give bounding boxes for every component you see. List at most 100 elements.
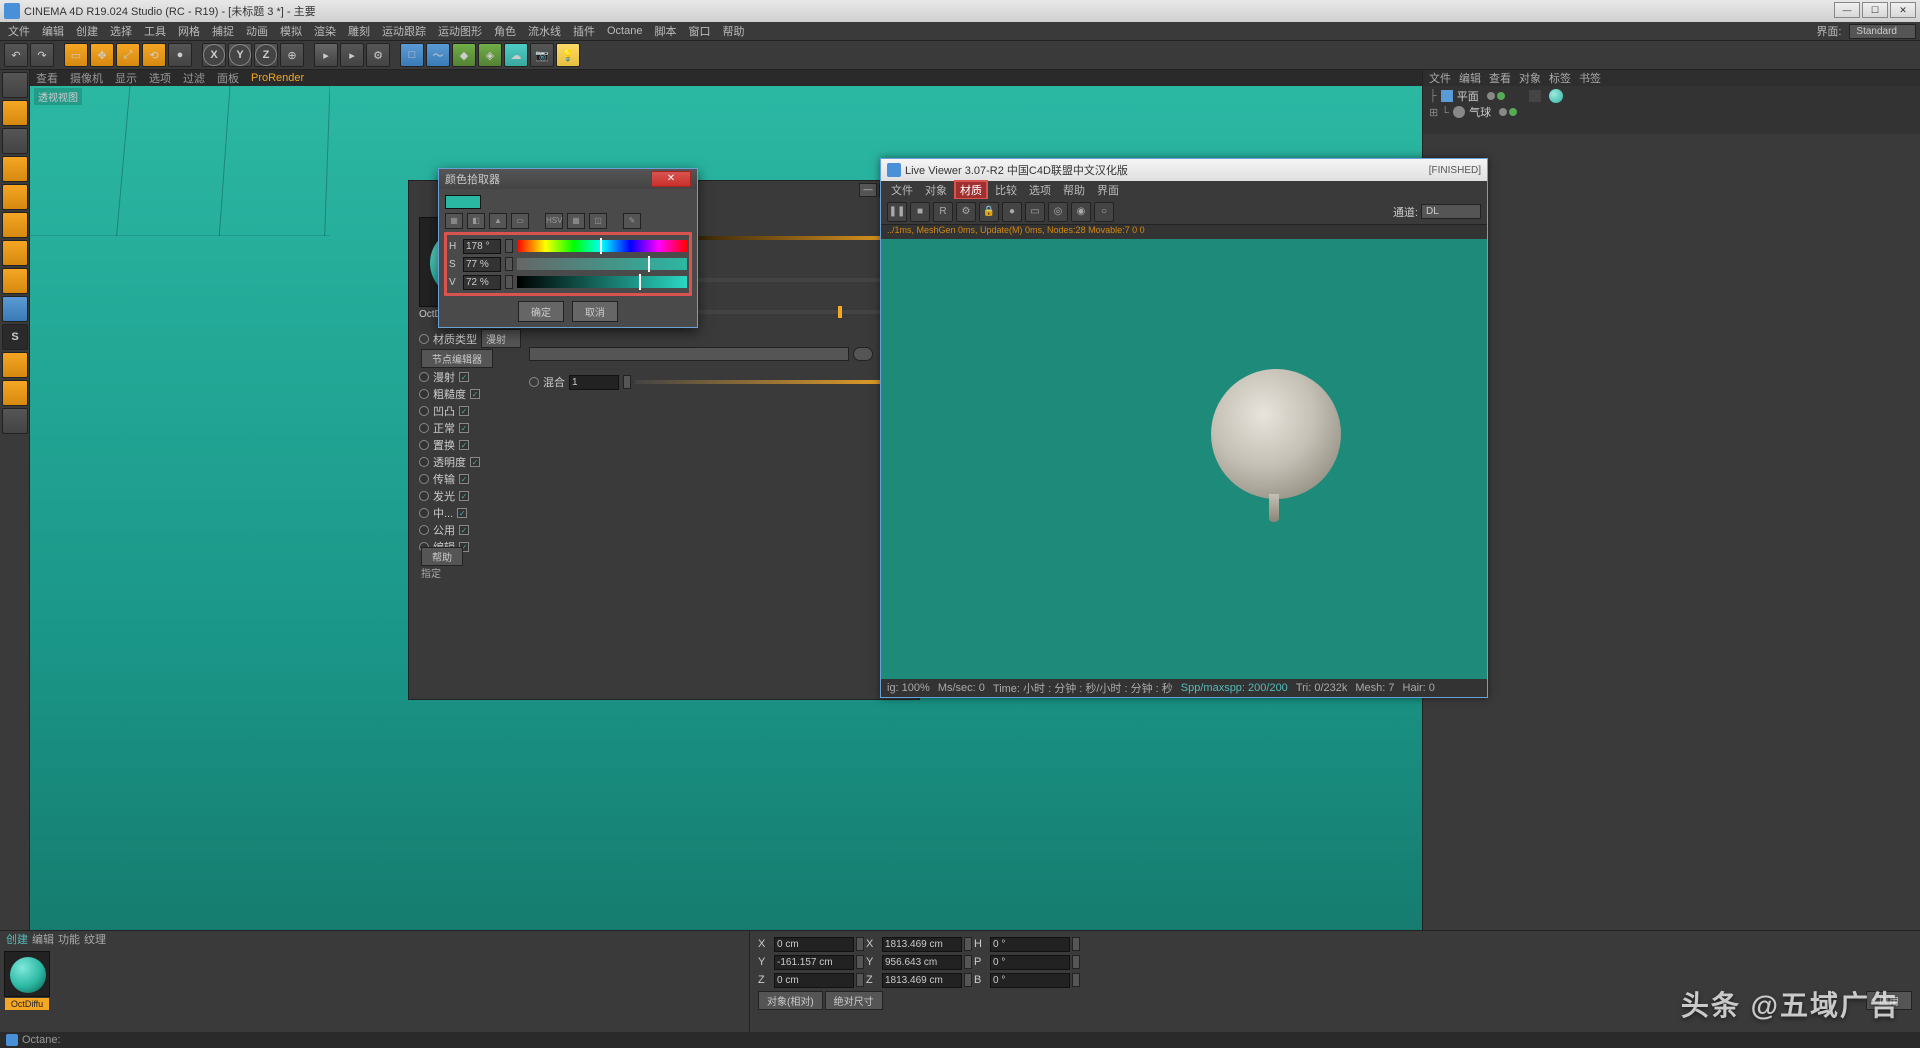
- axis-x-toggle[interactable]: X: [202, 43, 226, 67]
- snap-button[interactable]: S: [2, 324, 28, 350]
- channel-dropdown[interactable]: DL: [1421, 204, 1481, 219]
- channel-bump[interactable]: 凹凸: [419, 403, 480, 419]
- cp-mode-1[interactable]: ▦: [445, 213, 463, 229]
- texture-mode[interactable]: [2, 128, 28, 154]
- sat-spinner[interactable]: [505, 257, 513, 271]
- material-thumbnail[interactable]: OctDiffu: [4, 951, 50, 997]
- generator-button[interactable]: ◆: [452, 43, 476, 67]
- scale-tool[interactable]: ⤢: [116, 43, 140, 67]
- axis-mode[interactable]: [2, 268, 28, 294]
- val-slider[interactable]: [517, 276, 687, 288]
- render-output[interactable]: [881, 239, 1487, 679]
- color-picker-close-button[interactable]: ✕: [651, 171, 691, 187]
- menu-motiontrack[interactable]: 运动跟踪: [378, 23, 430, 39]
- channel-medium[interactable]: 中...: [419, 505, 480, 521]
- last-tool[interactable]: ●: [168, 43, 192, 67]
- menu-mograph[interactable]: 运动图形: [434, 23, 486, 39]
- layout-dropdown[interactable]: Standard: [1849, 24, 1916, 39]
- material-help-button[interactable]: 帮助: [421, 547, 463, 566]
- apply-button[interactable]: 应用: [1866, 991, 1912, 1010]
- undo-button[interactable]: ↶: [4, 43, 28, 67]
- menu-pipeline[interactable]: 流水线: [524, 23, 565, 39]
- view-tab-panel[interactable]: 面板: [217, 70, 239, 86]
- pos-z-input[interactable]: [774, 973, 854, 988]
- rot-p-input[interactable]: [990, 955, 1070, 970]
- channel-roughness[interactable]: 粗糙度: [419, 386, 480, 402]
- render-pv-button[interactable]: ▸: [340, 43, 364, 67]
- channel-opacity[interactable]: 透明度: [419, 454, 480, 470]
- channel-emission[interactable]: 发光: [419, 488, 480, 504]
- sat-input[interactable]: [463, 257, 501, 272]
- cp-eyedropper[interactable]: ✎: [623, 213, 641, 229]
- lv-menu-interface[interactable]: 界面: [1093, 182, 1123, 198]
- lv-stop-button[interactable]: ■: [910, 202, 930, 222]
- coord-mode-dropdown[interactable]: 对象(相对): [758, 991, 823, 1010]
- lv-menu-help[interactable]: 帮助: [1059, 182, 1089, 198]
- close-button[interactable]: ✕: [1890, 2, 1916, 18]
- channel-diffuse[interactable]: 漫射: [419, 369, 480, 385]
- environment-button[interactable]: ☁: [504, 43, 528, 67]
- workplane-mode[interactable]: [2, 156, 28, 182]
- render-view-button[interactable]: ▸: [314, 43, 338, 67]
- menu-edit[interactable]: 编辑: [38, 23, 68, 39]
- material-type-dropdown[interactable]: 漫射: [481, 329, 521, 348]
- hue-slider[interactable]: [517, 240, 687, 252]
- deformer-button[interactable]: ◈: [478, 43, 502, 67]
- mm-tab-function[interactable]: 功能: [58, 931, 80, 947]
- menu-sculpt[interactable]: 雕刻: [344, 23, 374, 39]
- om-tab-file[interactable]: 文件: [1429, 70, 1451, 86]
- color-picker-ok-button[interactable]: 确定: [518, 301, 564, 322]
- select-tool[interactable]: ▭: [64, 43, 88, 67]
- sat-slider[interactable]: [517, 258, 687, 270]
- cube-primitive[interactable]: □: [400, 43, 424, 67]
- menu-simulate[interactable]: 模拟: [276, 23, 306, 39]
- menu-select[interactable]: 选择: [106, 23, 136, 39]
- menu-script[interactable]: 脚本: [650, 23, 680, 39]
- lv-pause-button[interactable]: ❚❚: [887, 202, 907, 222]
- menu-snap[interactable]: 捕捉: [208, 23, 238, 39]
- om-tab-bookmarks[interactable]: 书签: [1579, 70, 1601, 86]
- cp-mode-6[interactable]: ◫: [589, 213, 607, 229]
- material-tag-icon[interactable]: [1549, 89, 1563, 103]
- hue-spinner[interactable]: [505, 239, 513, 253]
- lv-lock-button[interactable]: 🔒: [979, 202, 999, 222]
- mm-tab-texture[interactable]: 纹理: [84, 931, 106, 947]
- camera-button[interactable]: 📷: [530, 43, 554, 67]
- planar-workplane[interactable]: [2, 380, 28, 406]
- mix-slider[interactable]: [635, 380, 915, 384]
- light-button[interactable]: 💡: [556, 43, 580, 67]
- cp-mode-3[interactable]: ▲: [489, 213, 507, 229]
- mm-tab-edit[interactable]: 编辑: [32, 931, 54, 947]
- spin[interactable]: [856, 937, 864, 951]
- axis-y-toggle[interactable]: Y: [228, 43, 252, 67]
- cp-mode-5[interactable]: ▦: [567, 213, 585, 229]
- size-z-input[interactable]: [882, 973, 962, 988]
- pos-y-input[interactable]: [774, 955, 854, 970]
- om-tab-edit[interactable]: 编辑: [1459, 70, 1481, 86]
- view-tab-options[interactable]: 选项: [149, 70, 171, 86]
- axis-z-toggle[interactable]: Z: [254, 43, 278, 67]
- cp-mode-hsv[interactable]: HSV: [545, 213, 563, 229]
- size-mode-dropdown[interactable]: 绝对尺寸: [825, 991, 883, 1010]
- view-tab-display[interactable]: 显示: [115, 70, 137, 86]
- lv-menu-file[interactable]: 文件: [887, 182, 917, 198]
- mix-input[interactable]: [569, 375, 619, 390]
- view-tab-camera[interactable]: 摄像机: [70, 70, 103, 86]
- menu-help[interactable]: 帮助: [718, 23, 748, 39]
- pos-x-input[interactable]: [774, 937, 854, 952]
- make-editable[interactable]: [2, 72, 28, 98]
- viewport-solo[interactable]: [2, 408, 28, 434]
- lv-clay-button[interactable]: ○: [1094, 202, 1114, 222]
- tree-row-balloon[interactable]: ⊞ └ 气球: [1429, 104, 1914, 120]
- texture-menu-button[interactable]: [853, 347, 873, 361]
- lv-sphere-button[interactable]: ●: [1002, 202, 1022, 222]
- menu-mesh[interactable]: 网格: [174, 23, 204, 39]
- texture-slot[interactable]: [529, 347, 849, 361]
- channel-common[interactable]: 公用: [419, 522, 480, 538]
- om-tab-view[interactable]: 查看: [1489, 70, 1511, 86]
- menu-file[interactable]: 文件: [4, 23, 34, 39]
- model-mode[interactable]: [2, 100, 28, 126]
- view-tab-prorender[interactable]: ProRender: [251, 72, 304, 84]
- spline-primitive[interactable]: ～: [426, 43, 450, 67]
- menu-tools[interactable]: 工具: [140, 23, 170, 39]
